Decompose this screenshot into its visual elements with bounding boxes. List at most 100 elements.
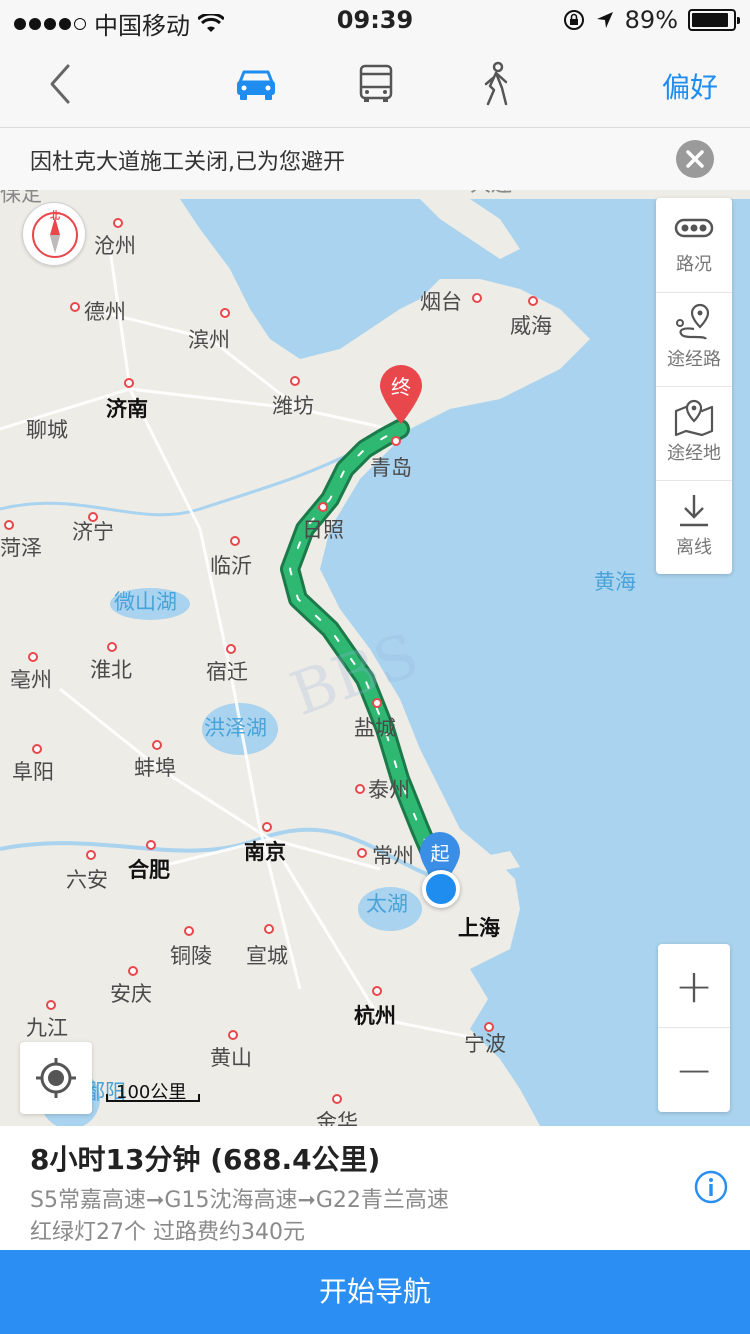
city-dot [262, 822, 272, 832]
walking-icon[interactable] [472, 60, 520, 108]
location-arrow-icon [596, 12, 613, 28]
download-icon [680, 495, 708, 527]
end-marker-label: 终 [391, 375, 411, 399]
city-label: 合肥 [128, 858, 170, 882]
city-label: 大连 [470, 190, 512, 198]
orientation-lock-icon [563, 10, 584, 30]
city-label: 蚌埠 [134, 756, 176, 780]
route-summary: 8小时13分钟 (688.4公里) [30, 1143, 381, 1176]
city-dot [332, 1094, 342, 1104]
tool-label: 路况 [676, 254, 712, 275]
tool-label: 途经路 [667, 349, 721, 370]
city-dot [318, 502, 328, 512]
city-dot [107, 642, 117, 652]
city-dot [184, 926, 194, 936]
city-label: 青岛 [370, 456, 412, 480]
via-route-icon [676, 303, 710, 340]
battery-icon [688, 9, 740, 31]
city-label: 泰州 [368, 778, 410, 802]
city-dot [357, 848, 367, 858]
city-label: 盐城 [354, 716, 396, 740]
start-navigation-button[interactable]: 开始导航 [0, 1250, 750, 1334]
city-dot [264, 924, 274, 934]
city-label: 济南 [106, 397, 148, 421]
water-label: 太湖 [366, 892, 408, 916]
traffic-icon [674, 218, 714, 238]
city-label: 聊城 [26, 418, 68, 442]
city-dot [472, 293, 482, 303]
city-dot [220, 308, 230, 318]
locate-button[interactable] [20, 1042, 92, 1114]
compass-icon [32, 212, 78, 258]
city-label: 菏泽 [0, 536, 42, 560]
offline-button[interactable]: 离线 [656, 480, 732, 574]
status-right: 89% [563, 6, 740, 34]
water-label: 微山湖 [114, 590, 177, 614]
scale-bar [106, 1094, 200, 1102]
city-label: 亳州 [10, 668, 52, 692]
bus-icon[interactable] [352, 60, 400, 108]
city-label: 杭州 [354, 1004, 396, 1028]
current-location-dot [422, 870, 460, 908]
end-marker-icon[interactable]: 终 [378, 364, 424, 426]
city-label: 滨州 [188, 328, 230, 352]
battery-percent: 89% [624, 6, 678, 34]
zoom-control: + − [658, 944, 730, 1112]
city-label: 黄山 [210, 1046, 252, 1070]
preference-button[interactable]: 偏好 [662, 66, 718, 106]
chevron-left-icon[interactable] [40, 60, 80, 108]
route-info-panel[interactable]: 8小时13分钟 (688.4公里) S5常嘉高速➞G15沈海高速➞G22青兰高速… [0, 1126, 750, 1250]
route-extra: 红绿灯27个 过路费约340元 [30, 1220, 305, 1245]
info-icon[interactable] [694, 1170, 728, 1204]
city-label: 上海 [458, 916, 500, 940]
city-label: 宁波 [464, 1032, 506, 1056]
city-label: 安庆 [110, 982, 152, 1006]
city-dot [226, 644, 236, 654]
city-dot [152, 740, 162, 750]
battery-fill [692, 13, 728, 27]
zoom-in-button[interactable]: + [658, 944, 730, 1028]
city-dot [355, 784, 365, 794]
city-dot [372, 986, 382, 996]
city-label: 常州 [372, 844, 414, 868]
city-label: 淮北 [90, 658, 132, 682]
city-dot [372, 698, 382, 708]
city-dot [228, 1030, 238, 1040]
via-place-button[interactable]: 途经地 [656, 386, 732, 480]
map-view[interactable]: BBS 沧州 德州 滨州 济南 潍坊 烟台 威海 聊城 青岛 济宁 日照 临沂 … [0, 190, 750, 1126]
city-dot [528, 296, 538, 306]
city-dot [128, 966, 138, 976]
close-icon [686, 150, 704, 168]
water-label: 洪泽湖 [204, 716, 267, 740]
tool-label: 离线 [676, 537, 712, 558]
city-dot [4, 520, 14, 530]
city-dot [28, 652, 38, 662]
compass-button[interactable]: 北 [22, 202, 86, 266]
water-label: 黄海 [594, 570, 636, 594]
via-route-button[interactable]: 途经路 [656, 292, 732, 386]
tool-label: 途经地 [667, 443, 721, 464]
map-scale: 100公里 [106, 1078, 202, 1112]
via-place-icon [674, 399, 714, 437]
start-marker-label: 起 [430, 843, 449, 865]
city-label: 临沂 [210, 554, 252, 578]
traffic-button[interactable]: 路况 [656, 198, 732, 292]
city-label: 日照 [302, 518, 344, 542]
notice-close-button[interactable] [676, 140, 714, 178]
city-dot [290, 376, 300, 386]
city-label: 德州 [84, 300, 126, 324]
city-label: 烟台 [420, 290, 462, 314]
city-label: 金华 [316, 1110, 358, 1126]
map-tools-panel: 路况 途经路 途经地 离线 [656, 198, 732, 574]
zoom-out-button[interactable]: − [658, 1028, 730, 1112]
city-dot [113, 218, 123, 228]
city-label: 九江 [26, 1016, 68, 1040]
city-label: 六安 [66, 868, 108, 892]
route-roads: S5常嘉高速➞G15沈海高速➞G22青兰高速 [30, 1188, 449, 1213]
city-dot [146, 840, 156, 850]
city-label: 南京 [244, 840, 286, 864]
city-label: 潍坊 [272, 394, 314, 418]
city-dot [230, 536, 240, 546]
car-icon[interactable] [232, 60, 280, 108]
city-dot [86, 850, 96, 860]
